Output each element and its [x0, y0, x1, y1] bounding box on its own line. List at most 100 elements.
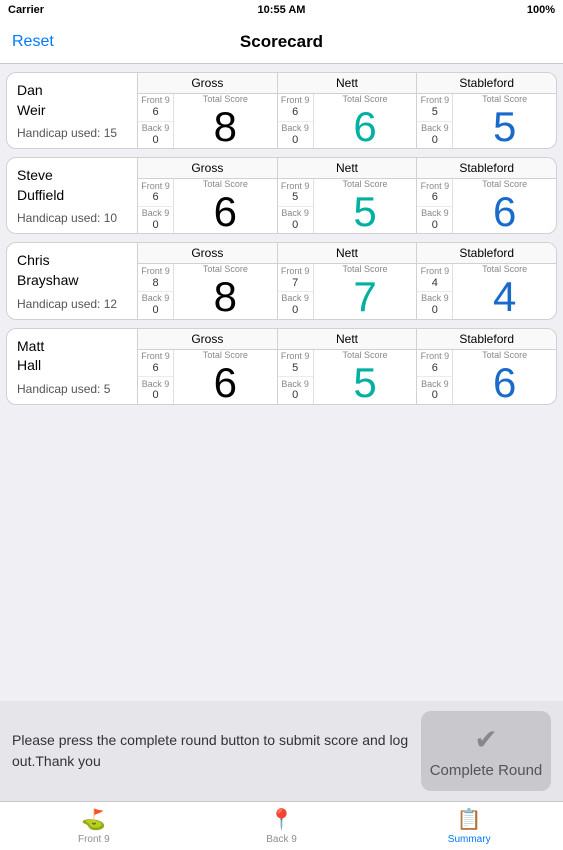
stableford-front9-label: Front 9	[421, 352, 450, 362]
stableford-total-value: 4	[493, 276, 516, 318]
nett-back9-label: Back 9	[281, 209, 309, 219]
handicap-label: Handicap used: 15	[17, 126, 127, 140]
nett-header: Nett	[278, 158, 417, 179]
stableford-front9-label: Front 9	[421, 267, 450, 277]
gross-section: Gross Front 9 6 Back 9 0 Total Score	[138, 73, 278, 148]
score-area: Gross Front 9 8 Back 9 0 Total Score	[137, 243, 556, 318]
player-name: MattHall	[17, 337, 127, 376]
gross-front9-label: Front 9	[141, 352, 170, 362]
gross-back9-label: Back 9	[142, 380, 170, 390]
player-name: ChrisBrayshaw	[17, 251, 127, 290]
gross-header: Gross	[138, 158, 277, 179]
stableford-back9-value: 0	[432, 134, 438, 146]
gross-front9-value: 8	[152, 277, 158, 289]
stableford-back9-value: 0	[432, 304, 438, 316]
player-info: DanWeir Handicap used: 15	[7, 73, 137, 148]
nett-back9-value: 0	[292, 134, 298, 146]
nett-section: Nett Front 9 5 Back 9 0 Total Score	[278, 329, 418, 404]
nett-front9-value: 7	[292, 277, 298, 289]
scorecard-content: DanWeir Handicap used: 15 Gross Front 9 …	[0, 64, 563, 701]
score-area: Gross Front 9 6 Back 9 0 Total Score	[137, 73, 556, 148]
time-label: 10:55 AM	[258, 4, 306, 16]
nett-section: Nett Front 9 7 Back 9 0 Total Score	[278, 243, 418, 318]
gross-front9-value: 6	[152, 362, 158, 374]
player-info: MattHall Handicap used: 5	[7, 329, 137, 404]
tab-front9[interactable]: ⛳ Front 9	[0, 802, 188, 850]
player-name: SteveDuffield	[17, 166, 127, 205]
stableford-front9-value: 6	[432, 362, 438, 374]
nett-back9-label: Back 9	[281, 380, 309, 390]
gross-section: Gross Front 9 6 Back 9 0 Total Score	[138, 329, 278, 404]
stableford-front9-value: 6	[432, 191, 438, 203]
nett-section: Nett Front 9 5 Back 9 0 Total Score	[278, 158, 418, 233]
player-card-chris-brayshaw: ChrisBrayshaw Handicap used: 12 Gross Fr…	[6, 242, 557, 319]
stableford-total-value: 6	[493, 191, 516, 233]
nett-back9-label: Back 9	[281, 294, 309, 304]
gross-total-value: 6	[214, 362, 237, 404]
gross-header: Gross	[138, 73, 277, 94]
stableford-total-value: 6	[493, 362, 516, 404]
gross-front9-label: Front 9	[141, 182, 170, 192]
complete-round-button[interactable]: ✔ Complete Round	[421, 711, 551, 791]
stableford-front9-value: 5	[432, 106, 438, 118]
gross-back9-value: 0	[152, 219, 158, 231]
gross-header: Gross	[138, 329, 277, 350]
stableford-front9-value: 4	[432, 277, 438, 289]
handicap-label: Handicap used: 10	[17, 211, 127, 225]
player-card-steve-duffield: SteveDuffield Handicap used: 10 Gross Fr…	[6, 157, 557, 234]
summary-tab-label: Summary	[448, 834, 491, 845]
nett-back9-value: 0	[292, 389, 298, 401]
carrier-label: Carrier	[8, 4, 44, 16]
back9-tab-icon: 📍	[269, 807, 294, 832]
stableford-back9-label: Back 9	[421, 209, 449, 219]
gross-back9-label: Back 9	[142, 294, 170, 304]
handicap-label: Handicap used: 5	[17, 382, 127, 396]
tab-back9[interactable]: 📍 Back 9	[188, 802, 376, 850]
gross-front9-value: 6	[152, 191, 158, 203]
stableford-header: Stableford	[417, 73, 556, 94]
gross-total-value: 8	[214, 106, 237, 148]
nav-bar: Reset Scorecard	[0, 20, 563, 64]
page-title: Scorecard	[240, 32, 323, 52]
gross-front9-label: Front 9	[141, 96, 170, 106]
score-area: Gross Front 9 6 Back 9 0 Total Score	[137, 329, 556, 404]
player-card-matt-hall: MattHall Handicap used: 5 Gross Front 9 …	[6, 328, 557, 405]
nett-header: Nett	[278, 73, 417, 94]
stableford-section: Stableford Front 9 6 Back 9 0 Total Sc	[417, 158, 556, 233]
gross-total-value: 8	[214, 276, 237, 318]
gross-back9-label: Back 9	[142, 209, 170, 219]
nett-back9-value: 0	[292, 219, 298, 231]
stableford-section: Stableford Front 9 6 Back 9 0 Total Sc	[417, 329, 556, 404]
stableford-back9-label: Back 9	[421, 380, 449, 390]
nett-section: Nett Front 9 6 Back 9 0 Total Score	[278, 73, 418, 148]
nett-front9-label: Front 9	[281, 182, 310, 192]
nett-total-value: 5	[353, 191, 376, 233]
bottom-instruction-text: Please press the complete round button t…	[12, 730, 421, 772]
score-area: Gross Front 9 6 Back 9 0 Total Score	[137, 158, 556, 233]
gross-back9-value: 0	[152, 389, 158, 401]
stableford-front9-label: Front 9	[421, 182, 450, 192]
tab-summary[interactable]: 📋 Summary	[375, 802, 563, 850]
front9-tab-icon: ⛳	[81, 807, 106, 832]
complete-round-label: Complete Round	[430, 762, 543, 779]
gross-back9-value: 0	[152, 134, 158, 146]
front9-tab-label: Front 9	[78, 834, 110, 845]
nett-back9-label: Back 9	[281, 124, 309, 134]
nett-front9-label: Front 9	[281, 352, 310, 362]
stableford-back9-label: Back 9	[421, 294, 449, 304]
nett-total-value: 6	[353, 106, 376, 148]
nett-front9-value: 6	[292, 106, 298, 118]
stableford-back9-value: 0	[432, 219, 438, 231]
checkmark-icon: ✔	[474, 723, 497, 756]
handicap-label: Handicap used: 12	[17, 297, 127, 311]
nett-front9-value: 5	[292, 362, 298, 374]
stableford-section: Stableford Front 9 4 Back 9 0 Total Sc	[417, 243, 556, 318]
gross-section: Gross Front 9 6 Back 9 0 Total Score	[138, 158, 278, 233]
stableford-header: Stableford	[417, 243, 556, 264]
nett-total-value: 5	[353, 362, 376, 404]
nett-front9-value: 5	[292, 191, 298, 203]
reset-button[interactable]: Reset	[12, 33, 54, 51]
stableford-section: Stableford Front 9 5 Back 9 0 Total Sc	[417, 73, 556, 148]
player-name: DanWeir	[17, 81, 127, 120]
player-info: ChrisBrayshaw Handicap used: 12	[7, 243, 137, 318]
